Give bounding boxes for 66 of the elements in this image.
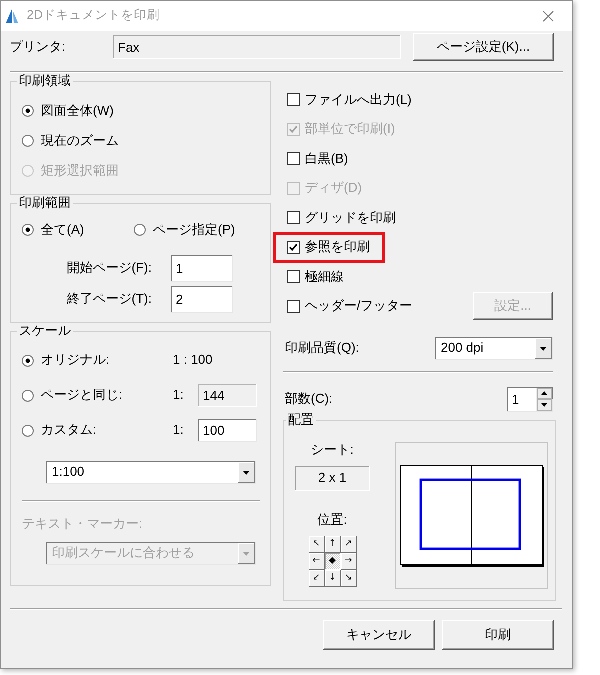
field-label: 終了ページ(T): <box>66 291 152 308</box>
position-button[interactable]: → <box>340 553 356 570</box>
radio-label[interactable]: ページ指定(P) <box>153 222 236 238</box>
group-title: 印刷領域 <box>18 73 72 89</box>
radio-button[interactable] <box>22 424 34 436</box>
page-setup-button[interactable]: ページ設定(K)... <box>413 33 554 61</box>
radio-label[interactable]: 全て(A) <box>41 222 84 238</box>
copies-label: 部数(C): <box>285 390 333 408</box>
checkbox[interactable] <box>287 93 300 106</box>
checkbox-label[interactable]: 極細線 <box>305 268 344 285</box>
page-number-field[interactable]: 1 <box>171 255 233 282</box>
checkbox-label[interactable]: ヘッダー/フッター <box>305 298 413 314</box>
radio-button[interactable] <box>22 135 34 147</box>
window-title: 2Dドキュメントを印刷 <box>27 8 160 24</box>
radio-button[interactable] <box>22 105 34 117</box>
checkbox-label[interactable]: 白黒(B) <box>305 150 348 167</box>
dropdown-arrow-icon[interactable] <box>535 338 552 358</box>
checkbox[interactable] <box>287 270 300 284</box>
spin-up-icon[interactable] <box>536 386 553 398</box>
quality-dropdown[interactable]: 200 dpi <box>435 336 553 360</box>
radio-label[interactable]: 現在のズーム <box>41 132 119 150</box>
position-button[interactable]: ← <box>308 553 324 570</box>
close-icon[interactable] <box>543 10 554 22</box>
group-title: 印刷範囲 <box>18 195 72 211</box>
checkbox-label[interactable]: ファイルへ出力(L) <box>305 92 412 108</box>
copies-field[interactable]: 1 <box>507 386 536 412</box>
group-title: スケール <box>18 323 72 339</box>
position-button[interactable]: ↓ <box>324 570 340 587</box>
checkbox[interactable] <box>287 240 300 254</box>
scale-value: 1 : 100 <box>173 352 213 369</box>
scale-prefix: 1: <box>173 387 184 404</box>
dropdown-arrow-icon[interactable] <box>238 462 255 483</box>
dialog-button[interactable]: キャンセル <box>323 620 435 650</box>
scale-dropdown[interactable]: 1:100 <box>46 461 256 484</box>
sheet-count-display: 2 x 1 <box>295 466 370 491</box>
field-label: 開始ページ(F): <box>66 260 152 277</box>
position-button[interactable]: ◆ <box>324 553 340 570</box>
page-number-field[interactable]: 2 <box>171 286 233 313</box>
group-title: 配置 <box>287 412 315 428</box>
marker-label: テキスト・マーカー: <box>22 516 143 532</box>
checkbox[interactable] <box>287 300 300 313</box>
app-logo-icon <box>5 8 19 24</box>
printer-field[interactable]: Fax <box>113 35 401 59</box>
radio-label[interactable]: カスタム: <box>41 422 97 439</box>
position-button[interactable]: ↘ <box>340 570 356 587</box>
printer-label: プリンタ: <box>10 38 67 56</box>
position-label: 位置: <box>318 512 348 528</box>
scale-prefix: 1: <box>173 422 184 439</box>
radio-label[interactable]: オリジナル: <box>41 352 110 369</box>
checkbox-label[interactable]: グリッドを印刷 <box>305 210 396 226</box>
radio-button[interactable] <box>22 224 34 236</box>
quality-label: 印刷品質(Q): <box>285 340 360 356</box>
checkbox-label[interactable]: 参照を印刷 <box>305 239 370 256</box>
checkbox[interactable] <box>287 211 300 224</box>
radio-button[interactable] <box>134 224 146 236</box>
position-button[interactable]: ↖ <box>308 536 324 553</box>
scale-field[interactable]: 100 <box>198 419 257 442</box>
radio-button[interactable] <box>22 354 34 366</box>
radio-label[interactable]: 図面全体(W) <box>41 102 114 120</box>
position-button[interactable]: ↙ <box>308 570 324 587</box>
position-button[interactable]: ↗ <box>340 536 356 553</box>
checkbox[interactable] <box>287 152 300 166</box>
sheet-label: シート: <box>311 442 354 458</box>
position-button[interactable]: ↑ <box>324 536 340 553</box>
dialog-button[interactable]: 印刷 <box>442 620 554 650</box>
spin-down-icon[interactable] <box>536 398 553 412</box>
